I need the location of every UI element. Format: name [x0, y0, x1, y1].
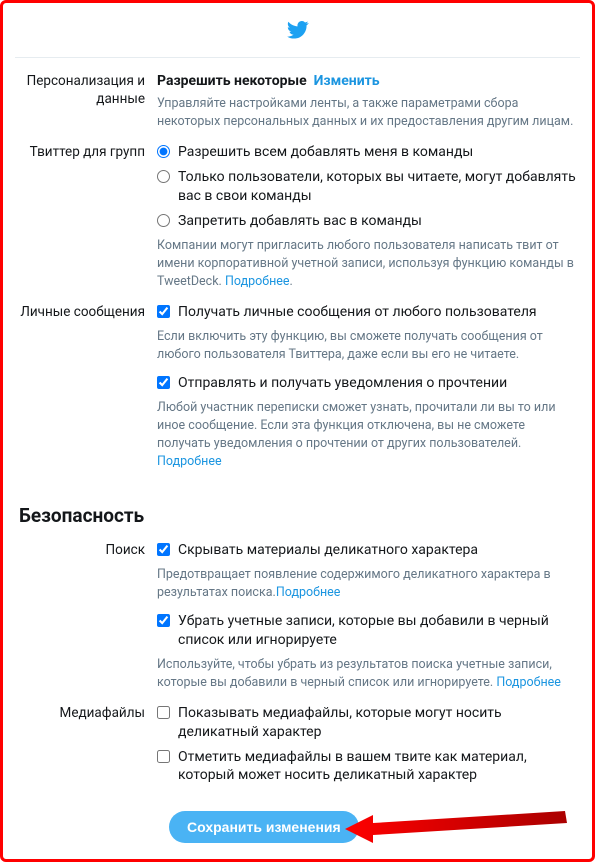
search-checkbox-blocked[interactable]: [157, 614, 170, 627]
dm-checkbox-receipts[interactable]: [157, 376, 170, 389]
media-show-sensitive[interactable]: Показывать медиафайлы, которые могут нос…: [157, 704, 580, 742]
teams-radio-following-only[interactable]: [157, 170, 170, 183]
twitter-logo-icon: [287, 21, 309, 43]
teams-more-link[interactable]: Подробнее: [225, 274, 290, 289]
dm-desc2: Любой участник переписки сможет узнать, …: [157, 399, 580, 472]
personalization-change-link[interactable]: Изменить: [314, 73, 380, 89]
teams-radio-allow-all[interactable]: [157, 145, 170, 158]
teams-label: Твиттер для групп: [15, 143, 157, 291]
search-label: Поиск: [15, 541, 157, 692]
section-media: Медиафайлы Показывать медиафайлы, которы…: [15, 704, 580, 792]
teams-option-following-only[interactable]: Только пользователи, которых вы читаете,…: [157, 168, 580, 206]
media-mark-sensitive[interactable]: Отметить медиафайлы в вашем твите как ма…: [157, 748, 580, 786]
dm-checkbox-anyone[interactable]: [157, 305, 170, 318]
media-checkbox-mark[interactable]: [157, 750, 170, 763]
personalization-status-row: Разрешить некоторые Изменить: [157, 72, 580, 91]
header: [15, 13, 580, 58]
search-checkbox-sensitive[interactable]: [157, 543, 170, 556]
save-row: Сохранить изменения: [15, 811, 580, 843]
security-heading: Безопасность: [19, 504, 580, 527]
section-teams: Твиттер для групп Разрешить всем добавля…: [15, 143, 580, 291]
search-remove-blocked[interactable]: Убрать учетные записи, которые вы добави…: [157, 612, 580, 650]
teams-option-none[interactable]: Запретить добавлять вас в команды: [157, 212, 580, 231]
media-checkbox-show[interactable]: [157, 706, 170, 719]
personalization-status: Разрешить некоторые: [157, 73, 307, 89]
personalization-label: Персонализация и данные: [15, 72, 157, 131]
dm-desc1: Если включить эту функцию, вы сможете по…: [157, 328, 580, 364]
dm-receive-from-anyone[interactable]: Получать личные сообщения от любого поль…: [157, 303, 580, 322]
annotation-arrow-icon: [345, 797, 575, 857]
teams-option-allow-all[interactable]: Разрешить всем добавлять меня в команды: [157, 143, 580, 162]
section-dm: Личные сообщения Получать личные сообщен…: [15, 303, 580, 472]
personalization-desc: Управляйте настройками ленты, а также па…: [157, 95, 580, 131]
search-hide-sensitive[interactable]: Скрывать материалы деликатного характера: [157, 541, 580, 560]
teams-radio-none[interactable]: [157, 214, 170, 227]
search-more2-link[interactable]: Подробнее: [496, 675, 561, 690]
dm-more-link[interactable]: Подробнее: [157, 454, 222, 469]
section-personalization: Персонализация и данные Разрешить некото…: [15, 72, 580, 131]
section-search: Поиск Скрывать материалы деликатного хар…: [15, 541, 580, 692]
search-more1-link[interactable]: Подробнее: [276, 585, 341, 600]
dm-read-receipts[interactable]: Отправлять и получать уведомления о проч…: [157, 374, 580, 393]
search-desc1: Предотвращает появление содержимого дели…: [157, 566, 580, 602]
dm-label: Личные сообщения: [15, 303, 157, 472]
save-button[interactable]: Сохранить изменения: [169, 811, 359, 843]
teams-desc: Компании могут пригласить любого пользов…: [157, 237, 580, 291]
media-label: Медиафайлы: [15, 704, 157, 792]
search-desc2: Используйте, чтобы убрать из результатов…: [157, 656, 580, 692]
